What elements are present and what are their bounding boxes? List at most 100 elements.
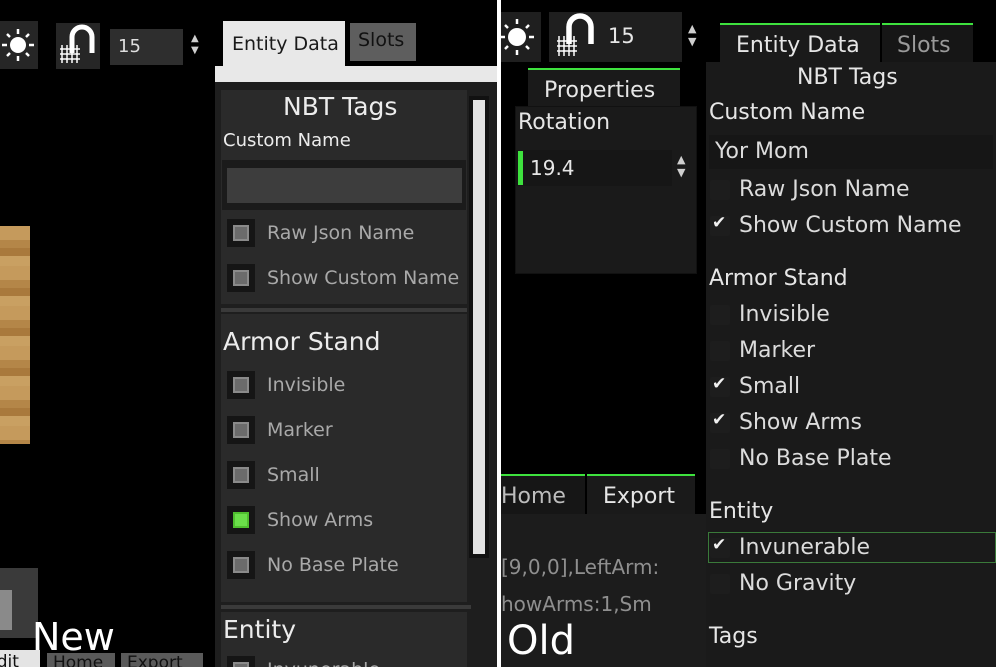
checkmark-icon: ✔: [712, 213, 727, 233]
tags-heading: Tags: [709, 624, 758, 649]
chevron-up-icon: ▲: [191, 33, 199, 44]
snap-button[interactable]: [56, 23, 100, 69]
show-arms-label: Show Arms: [739, 410, 862, 435]
tab-slots-label: Slots: [897, 33, 951, 58]
rotation-value: 19.4: [530, 156, 575, 180]
tab-entity-data-label: Entity Data: [232, 33, 339, 55]
checkbox-indicator: [233, 377, 249, 393]
invisible-checkbox[interactable]: [710, 305, 730, 325]
old-caption: Old: [507, 618, 575, 664]
show-arms-checkbox[interactable]: [227, 506, 255, 534]
tab-entity-data[interactable]: Entity Data: [720, 23, 880, 63]
no-base-plate-label: No Base Plate: [267, 554, 399, 576]
custom-name-value: Yor Mom: [715, 139, 809, 164]
no-base-plate-checkbox[interactable]: [227, 551, 255, 579]
no-gravity-checkbox[interactable]: [710, 574, 730, 594]
snap-value-input[interactable]: 15: [110, 29, 183, 65]
no-gravity-label: No Gravity: [739, 571, 857, 596]
rotation-accent: [518, 151, 523, 185]
show-arms-checkbox[interactable]: ✔: [710, 410, 730, 433]
tab-slots[interactable]: Slots: [882, 23, 973, 63]
marker-label: Marker: [267, 419, 333, 441]
tab-entity-data[interactable]: Entity Data: [223, 21, 345, 69]
checkbox-indicator: [233, 225, 249, 241]
export-preview: [9,0,0],LeftArm: howArms:1,Sm Old: [501, 514, 706, 667]
magnet-grid-icon: [557, 13, 594, 56]
lighting-button[interactable]: [501, 12, 541, 62]
invisible-label: Invisible: [267, 374, 346, 396]
properties-panel: Rotation 19.4 ▲ ▼: [515, 106, 697, 274]
invisible-label: Invisible: [739, 302, 830, 327]
no-base-plate-label: No Base Plate: [739, 446, 892, 471]
custom-name-field[interactable]: Yor Mom: [709, 135, 993, 169]
rotation-spinner[interactable]: ▲ ▼: [676, 153, 690, 181]
old-ui-pane: 15 ▲ ▼ Properties Rotation 19.4 ▲ ▼ Home…: [501, 0, 996, 667]
export-line: [9,0,0],LeftArm:: [501, 555, 660, 579]
rotation-input[interactable]: 19.4: [516, 150, 672, 186]
small-checkbox[interactable]: [227, 461, 255, 489]
chevron-down-icon: ▼: [191, 45, 199, 56]
chevron-up-icon: ▲: [677, 153, 686, 166]
scrollbar-thumb[interactable]: [473, 100, 485, 554]
show-custom-name-checkbox[interactable]: ✔: [710, 213, 730, 236]
show-custom-name-label: Show Custom Name: [267, 267, 460, 289]
checkbox-indicator: [233, 512, 249, 528]
nbt-panel: NBT Tags Custom Name Yor Mom Raw Json Na…: [706, 62, 996, 667]
nbt-title: NBT Tags: [283, 92, 398, 121]
custom-name-field[interactable]: [227, 168, 462, 203]
small-label: Small: [267, 464, 320, 486]
checkmark-icon: ✔: [712, 374, 727, 394]
new-ui-pane: 15 ▲ ▼ Entity Data Slots NBT Tags Custom…: [0, 0, 497, 667]
new-caption: New: [32, 615, 115, 659]
invisible-checkbox[interactable]: [227, 371, 255, 399]
snap-button[interactable]: [549, 12, 601, 62]
invulnerable-checkbox[interactable]: ✔: [710, 535, 730, 558]
checkbox-indicator: [233, 557, 249, 573]
custom-name-label: Custom Name: [223, 130, 351, 151]
entity-heading: Entity: [223, 615, 296, 644]
section-divider: [221, 308, 467, 312]
snap-value-input[interactable]: 15: [600, 12, 682, 62]
raw-json-label: Raw Json Name: [267, 222, 415, 244]
marker-label: Marker: [739, 338, 816, 363]
tab-export[interactable]: Export: [587, 474, 695, 514]
checkbox-indicator: [233, 422, 249, 438]
invulnerable-label: Invunerable: [267, 659, 380, 667]
armor-stand-heading: Armor Stand: [709, 266, 848, 291]
snap-value: 15: [608, 24, 635, 48]
lighting-button[interactable]: [0, 21, 38, 69]
tab-export[interactable]: Export: [121, 653, 203, 667]
raw-json-label: Raw Json Name: [739, 177, 910, 202]
snap-spinner[interactable]: ▲ ▼: [189, 33, 203, 59]
snap-spinner[interactable]: ▲ ▼: [687, 22, 701, 50]
checkmark-icon: ✔: [712, 535, 727, 555]
checkbox-indicator: [233, 467, 249, 483]
small-label: Small: [739, 374, 801, 399]
scrollbar[interactable]: [469, 96, 489, 558]
armor-stand-heading: Armor Stand: [223, 327, 381, 356]
magnet-grid-icon: [60, 24, 95, 63]
tab-home[interactable]: Home: [501, 474, 585, 514]
tab-export-label: Export: [603, 484, 676, 509]
chevron-up-icon: ▲: [688, 22, 697, 35]
invulnerable-label: Invunerable: [739, 535, 871, 560]
tab-properties-label: Properties: [544, 78, 656, 103]
small-checkbox[interactable]: ✔: [710, 374, 730, 397]
section-divider: [221, 605, 471, 609]
raw-json-checkbox[interactable]: [710, 180, 730, 200]
no-base-plate-checkbox[interactable]: [710, 449, 730, 469]
tab-entity-data-label: Entity Data: [736, 33, 860, 58]
raw-json-checkbox[interactable]: [227, 219, 255, 247]
marker-checkbox[interactable]: [227, 416, 255, 444]
nbt-title: NBT Tags: [797, 65, 898, 90]
show-custom-name-checkbox[interactable]: [227, 264, 255, 292]
model-base-shadow: [0, 590, 12, 630]
invulnerable-checkbox[interactable]: [227, 656, 255, 667]
marker-checkbox[interactable]: [710, 341, 730, 361]
tab-properties[interactable]: Properties: [528, 68, 680, 108]
rotation-label: Rotation: [518, 110, 611, 135]
tab-slots[interactable]: Slots: [350, 23, 416, 61]
show-custom-name-label: Show Custom Name: [739, 213, 962, 238]
tab-home-label: Home: [501, 484, 566, 509]
snap-value: 15: [118, 36, 141, 57]
